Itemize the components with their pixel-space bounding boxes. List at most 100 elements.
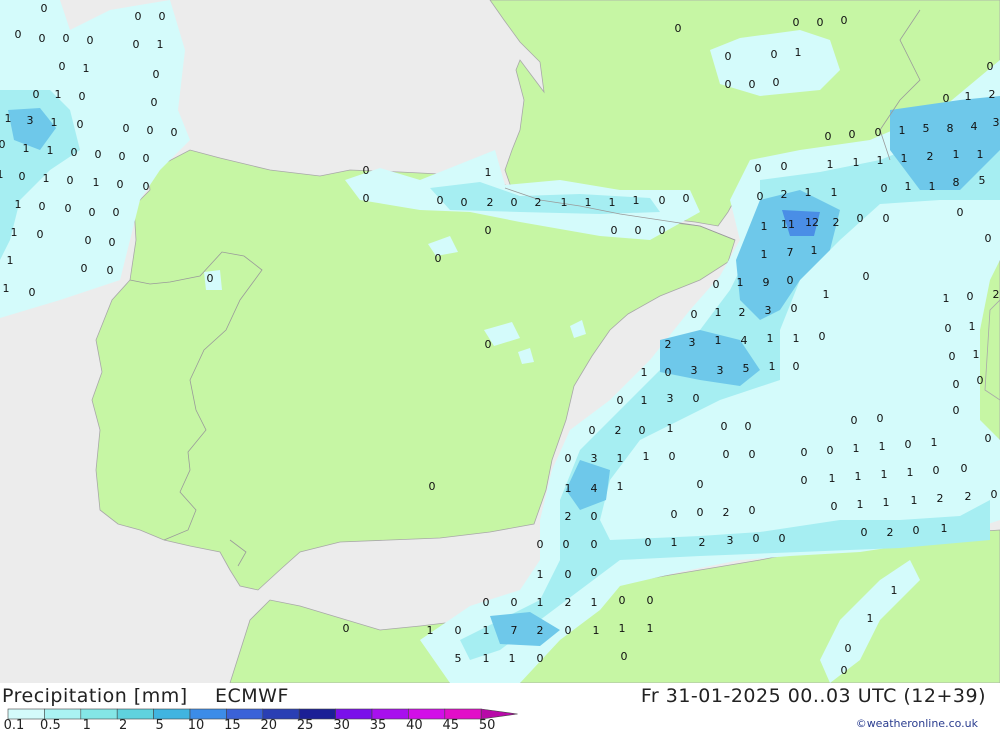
precip-value-label: 1 xyxy=(855,470,862,483)
precip-value-label: 0 xyxy=(485,338,492,351)
precip-value-label: 0 xyxy=(647,594,654,607)
legend-label: 1 xyxy=(82,718,91,733)
precip-value-label: 1 xyxy=(83,62,90,75)
precip-value-label: 1 xyxy=(931,436,938,449)
precip-value-label: 0 xyxy=(669,450,676,463)
precip-value-label: 0 xyxy=(147,124,154,137)
precip-value-label: 0 xyxy=(857,212,864,225)
precip-value-label: 0 xyxy=(845,642,852,655)
precip-value-label: 1 xyxy=(633,194,640,207)
precip-value-label: 0 xyxy=(59,60,66,73)
precip-value-label: 0 xyxy=(159,10,166,23)
precip-value-label: 0 xyxy=(723,448,730,461)
precip-value-label: 1 xyxy=(769,360,776,373)
precip-value-label: 0 xyxy=(143,180,150,193)
precip-value-label: 5 xyxy=(979,174,986,187)
precip-value-label: 7 xyxy=(787,246,794,259)
precip-value-label: 2 xyxy=(965,490,972,503)
precip-value-label: 1 xyxy=(11,226,18,239)
precip-value-label: 0 xyxy=(905,438,912,451)
precip-value-label: 0 xyxy=(461,196,468,209)
precip-value-label: 1 xyxy=(7,254,14,267)
precip-value-label: 0 xyxy=(745,420,752,433)
precip-value-label: 0 xyxy=(753,532,760,545)
precip-value-label: 1 xyxy=(667,422,674,435)
precip-value-label: 1 xyxy=(565,482,572,495)
precip-value-label: 0 xyxy=(725,78,732,91)
precip-value-label: 1 xyxy=(483,624,490,637)
precip-value-label: 1 xyxy=(509,652,516,665)
precip-value-label: 0 xyxy=(537,538,544,551)
precip-value-label: 1 xyxy=(537,596,544,609)
precip-value-label: 0 xyxy=(565,624,572,637)
credit-link[interactable]: ©weatheronline.co.uk xyxy=(856,717,978,730)
precip-value-label: 0 xyxy=(635,224,642,237)
precip-value-label: 1 xyxy=(715,306,722,319)
precip-value-label: 0 xyxy=(697,478,704,491)
precip-value-label: 9 xyxy=(763,276,770,289)
precip-value-label: 1 xyxy=(827,158,834,171)
precip-value-label: 1 xyxy=(641,366,648,379)
precip-value-label: 0 xyxy=(781,160,788,173)
precip-value-label: 2 xyxy=(739,306,746,319)
precip-value-label: 1 xyxy=(55,88,62,101)
precip-value-label: 1 xyxy=(43,172,50,185)
precip-value-label: 1 xyxy=(537,568,544,581)
precip-value-label: 0 xyxy=(143,152,150,165)
precip-value-label: 0 xyxy=(123,122,130,135)
precip-value-label: 2 xyxy=(699,536,706,549)
precip-value-label: 0 xyxy=(19,170,26,183)
precip-value-label: 2 xyxy=(487,196,494,209)
precip-value-label: 0 xyxy=(537,652,544,665)
precip-value-label: 0 xyxy=(877,412,884,425)
precip-value-label: 0 xyxy=(621,650,628,663)
precip-value-label: 2 xyxy=(993,288,1000,301)
precip-value-label: 0 xyxy=(363,164,370,177)
precip-value-label: 1 xyxy=(641,394,648,407)
precip-value-label: 0 xyxy=(773,76,780,89)
precip-value-label: 0 xyxy=(851,414,858,427)
precip-value-label: 1 xyxy=(907,466,914,479)
precip-value-label: 0 xyxy=(793,16,800,29)
legend-label: 0.1 xyxy=(3,718,25,733)
precip-value-label: 1 xyxy=(867,612,874,625)
precip-value-label: 0 xyxy=(985,432,992,445)
precip-value-label: 0 xyxy=(617,394,624,407)
legend-label: 15 xyxy=(224,718,241,733)
precip-value-label: 0 xyxy=(977,374,984,387)
precip-value-label: 1 xyxy=(671,536,678,549)
precip-value-label: 0 xyxy=(0,138,6,151)
precip-value-label: 0 xyxy=(883,212,890,225)
precip-value-label: 0 xyxy=(881,182,888,195)
precip-value-label: 0 xyxy=(985,232,992,245)
legend-label: 25 xyxy=(296,718,314,733)
precip-value-label: 0 xyxy=(343,622,350,635)
precip-value-label: 1 xyxy=(891,584,898,597)
legend-label: 20 xyxy=(260,718,278,733)
precip-value-label: 1 xyxy=(831,186,838,199)
precip-value-label: 2 xyxy=(887,526,894,539)
precip-value-label: 0 xyxy=(81,262,88,275)
precip-value-label: 11 xyxy=(781,218,795,231)
precip-value-label: 0 xyxy=(109,236,116,249)
precip-value-label: 1 xyxy=(157,38,164,51)
precip-value-label: 1 xyxy=(23,142,30,155)
precip-value-label: 1 xyxy=(643,450,650,463)
precip-value-label: 8 xyxy=(953,176,960,189)
precip-value-label: 1 xyxy=(0,168,4,181)
precip-value-label: 4 xyxy=(591,482,598,495)
precip-value-label: 0 xyxy=(691,308,698,321)
precip-value-label: 0 xyxy=(71,146,78,159)
precip-value-label: 0 xyxy=(671,508,678,521)
precip-value-label: 1 xyxy=(793,332,800,345)
map-area[interactable]: 0000000010100100131000001100001010100100… xyxy=(0,0,1000,684)
precip-value-label: 1 xyxy=(51,116,58,129)
precip-value-label: 1 xyxy=(829,472,836,485)
precip-value-label: 0 xyxy=(611,224,618,237)
legend-label: 35 xyxy=(369,718,387,733)
precip-value-label: 5 xyxy=(743,362,750,375)
precip-value-label: 0 xyxy=(875,126,882,139)
legend-label: 5 xyxy=(155,718,164,733)
precip-value-label: 0 xyxy=(675,22,682,35)
precip-value-label: 0 xyxy=(697,506,704,519)
